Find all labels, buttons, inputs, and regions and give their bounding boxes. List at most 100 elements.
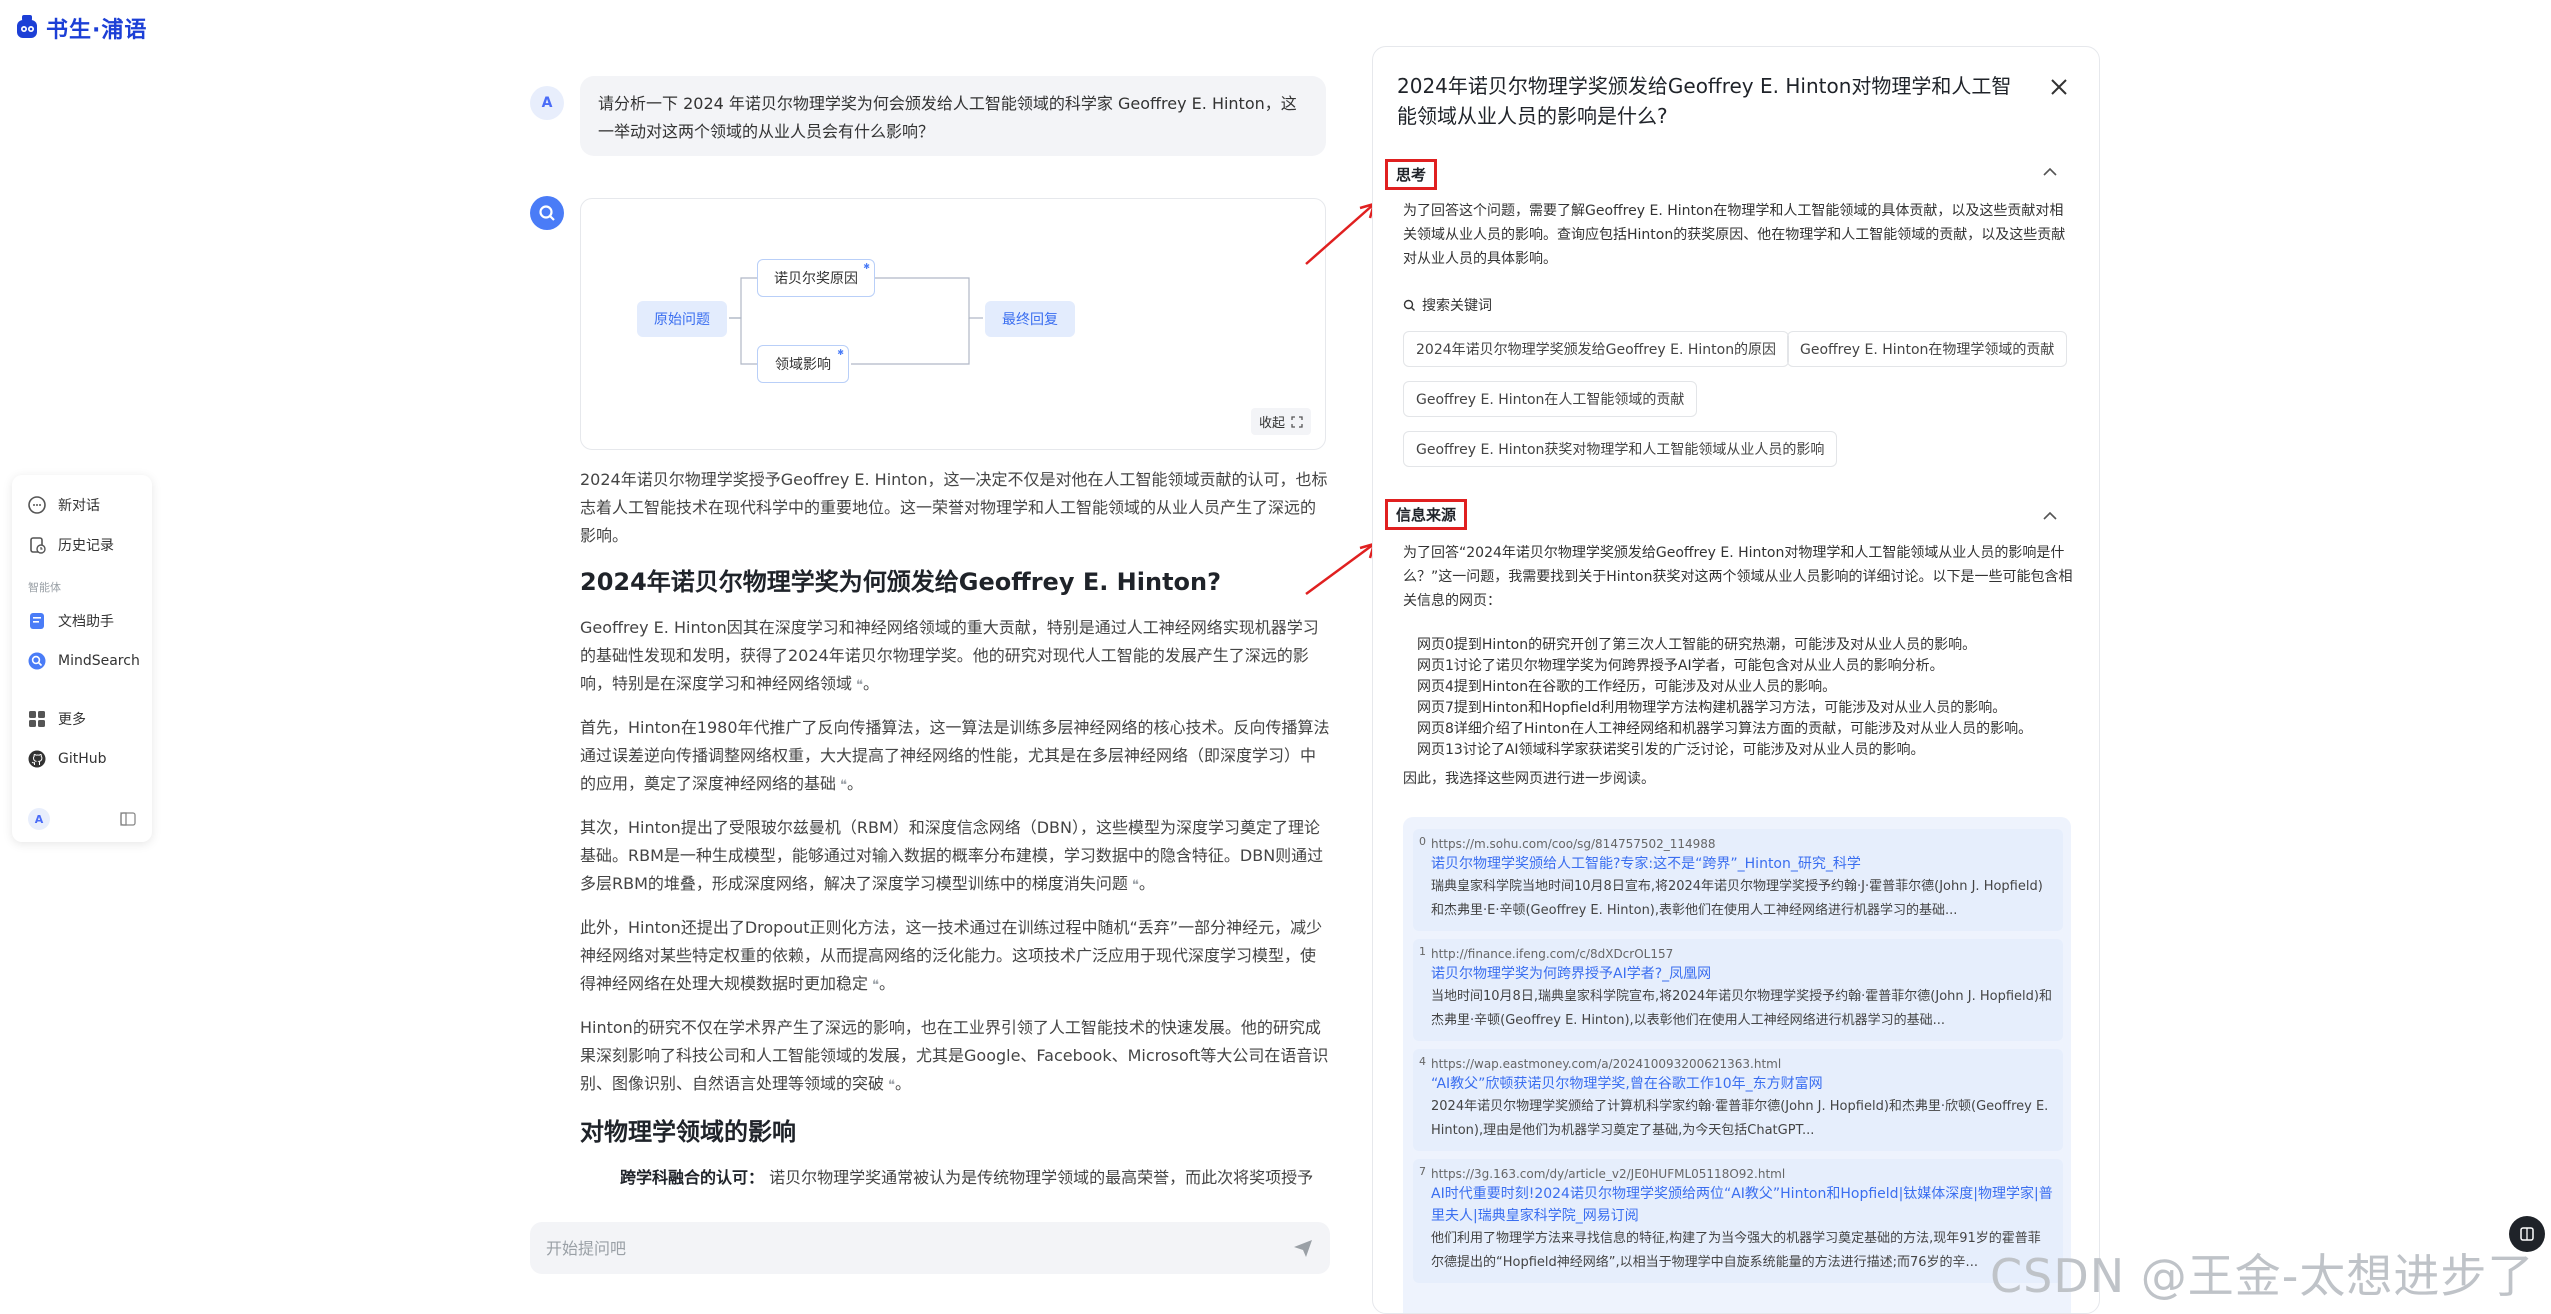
collapse-label: 收起 [1258,416,1285,431]
answer-bold-label: 跨学科融合的认可： [620,1168,765,1187]
watermark-text: CSDN @王金-太想进步了 [1990,1249,2535,1303]
sources-intro: 为了回答“2024年诺贝尔物理学奖颁发给Geoffrey E. Hinton对物… [1403,545,2073,609]
answer-text: 诺贝尔物理学奖通常被认为是传统物理学领域的最高荣誉，而此次将奖项授予 [769,1168,1314,1187]
result-title-link[interactable]: AI时代重要时刻!2024诺贝尔物理学奖颁给两位“AI教父”Hinton和Hop… [1431,1183,2053,1227]
citation-icon[interactable]: ❝ [856,678,863,693]
answer-heading: 2024年诺贝尔物理学奖为何颁发给Geoffrey E. Hinton? [580,568,1222,596]
sidebar-item-label: GitHub [58,751,107,767]
answer-paragraph: 首先，Hinton在1980年代推广了反向传播算法，这一算法是训练多层神经网络的… [580,718,1330,793]
sidebar-item-history[interactable]: 历史记录 [12,525,152,565]
keyword-chip[interactable]: Geoffrey E. Hinton在人工智能领域的贡献 [1403,381,1698,417]
result-title-link[interactable]: “AI教父”欣顿获诺贝尔物理学奖,曾在谷歌工作10年_东方财富网 [1431,1073,2053,1095]
result-title-link[interactable]: 诺贝尔物理学奖颁给人工智能?专家:这不是“跨界”_Hinton_研究_科学 [1431,853,2053,875]
sidebar-item-label: 历史记录 [58,538,114,554]
left-sidebar: 新对话 历史记录 智能体 文档助手 MindSearch 更多 GitHub A [12,475,152,842]
chevron-up-icon[interactable] [2041,507,2059,525]
search-flow-graph: 原始问题 诺贝尔奖原因 ✱ 领域影响 ✱ 最终回复 收起 [580,198,1326,450]
github-icon [28,750,46,768]
app-logo[interactable]: 书生·浦语 [14,12,147,44]
mindsearch-logo-icon [539,205,555,221]
answer-text: Hinton的研究不仅在学术界产生了深远的影响，也在工业界引领了人工智能技术的快… [580,1018,1329,1093]
sources-list: 网页0提到Hinton的研究开创了第三次人工智能的研究热潮，可能涉及对从业人员的… [1417,635,2032,761]
result-snippet: 2024年诺贝尔物理学奖颁给了计算机科学家约翰·霍普菲尔德(John J. Ho… [1431,1099,2049,1138]
answer-text: 首先，Hinton在1980年代推广了反向传播算法，这一算法是训练多层神经网络的… [580,718,1330,793]
result-url: https://wap.eastmoney.com/a/202410093200… [1431,1057,1782,1071]
think-text: 为了回答这个问题，需要了解Geoffrey E. Hinton在物理学和人工智能… [1403,203,2066,267]
result-index: 7 [1419,1165,1426,1178]
keyword-chip[interactable]: Geoffrey E. Hinton在物理学领域的贡献 [1787,331,2068,367]
sources-conclusion: 因此，我选择这些网页进行进一步阅读。 [1403,771,1655,787]
result-title-link[interactable]: 诺贝尔物理学奖为何跨界授予AI学者?_凤凰网 [1431,963,2053,985]
history-icon [30,537,46,554]
result-url: https://m.sohu.com/coo/sg/814757502_1149… [1431,837,1716,851]
send-icon[interactable] [1292,1237,1314,1259]
sparkle-icon: ✱ [863,262,870,271]
search-label-text: 搜索关键词 [1422,298,1492,314]
sources-section-label: 信息来源 [1385,499,1468,530]
result-url: https://3g.163.com/dy/article_v2/JE0HUFM… [1431,1167,1786,1181]
list-item: 网页0提到Hinton的研究开创了第三次人工智能的研究热潮，可能涉及对从业人员的… [1417,637,1977,653]
result-snippet: 瑞典皇家科学院当地时间10月8日宣布,将2024年诺贝尔物理学奖授予约翰·J·霍… [1431,879,2043,918]
result-snippet: 当地时间10月8日,瑞典皇家科学院宣布,将2024年诺贝尔物理学奖授予约翰·霍普… [1431,989,2052,1028]
sidebar-item-label: MindSearch [58,653,140,669]
search-result-card[interactable]: 4 https://wap.eastmoney.com/a/2024100932… [1413,1049,2063,1151]
keyword-chip[interactable]: 2024年诺贝尔物理学奖颁发给Geoffrey E. Hinton的原因 [1403,331,1790,367]
flow-node-start[interactable]: 原始问题 [637,301,727,337]
answer-paragraph: Hinton的研究不仅在学术界产生了深远的影响，也在工业界引领了人工智能技术的快… [580,1018,1329,1093]
logo-mascot-icon [17,15,37,38]
sidebar-section-agents: 智能体 [28,581,61,594]
sidebar-item-more[interactable]: 更多 [12,699,152,739]
assistant-answer: 2024年诺贝尔物理学奖授予Geoffrey E. Hinton，这一决定不仅是… [580,466,1330,1206]
flow-node-end[interactable]: 最终回复 [985,301,1075,337]
answer-paragraph: 跨学科融合的认可： 诺贝尔物理学奖通常被认为是传统物理学领域的最高荣誉，而此次将… [580,1164,1330,1192]
search-result-card[interactable]: 0 https://m.sohu.com/coo/sg/814757502_11… [1413,829,2063,931]
search-keywords-label: 搜索关键词 [1403,295,1492,315]
chat-input-bar [530,1222,1330,1274]
search-results: 0 https://m.sohu.com/coo/sg/814757502_11… [1403,817,2071,1313]
citation-icon[interactable]: ❝ [840,778,847,793]
floating-help-button[interactable] [2509,1216,2545,1252]
user-message: 请分析一下 2024 年诺贝尔物理学奖为何会颁发给人工智能领域的科学家 Geof… [580,76,1326,156]
flow-node-label: 领域影响 [775,357,831,373]
chevron-up-icon[interactable] [2041,163,2059,181]
answer-text: 此外，Hinton还提出了Dropout正则化方法，这一技术通过在训练过程中随机… [580,918,1323,993]
list-item: 网页7提到Hinton和Hopfield利用物理学方法构建机器学习方法，可能涉及… [1417,700,2007,716]
chat-area: A 请分析一下 2024 年诺贝尔物理学奖为何会颁发给人工智能领域的科学家 Ge… [530,0,1330,1314]
citation-icon[interactable]: ❝ [872,978,879,993]
grid-icon [29,711,45,727]
collapse-sidebar-icon[interactable] [120,811,136,827]
chat-input[interactable] [546,1238,1292,1258]
sidebar-item-label: 新对话 [58,498,100,514]
answer-text: Geoffrey E. Hinton因其在深度学习和神经网络领域的重大贡献，特别… [580,618,1319,693]
list-item: 网页8详细介绍了Hinton在人工神经网络和机器学习算法方面的贡献，可能涉及对从… [1417,721,2033,737]
result-index: 1 [1419,945,1426,958]
citation-icon[interactable]: ❝ [888,1078,895,1093]
answer-text: 其次，Hinton提出了受限玻尔兹曼机（RBM）和深度信念网络（DBN），这些模… [580,818,1324,893]
close-icon[interactable] [2047,75,2071,99]
keyword-chip[interactable]: Geoffrey E. Hinton获奖对物理学和人工智能领域从业人员的影响 [1403,431,1838,467]
search-icon [1403,299,1415,311]
sparkle-icon: ✱ [837,348,844,357]
list-item: 网页4提到Hinton在谷歌的工作经历，可能涉及对从业人员的影响。 [1417,679,1837,695]
search-result-card[interactable]: 7 https://3g.163.com/dy/article_v2/JE0HU… [1413,1159,2063,1283]
result-index: 0 [1419,835,1426,848]
chat-bubble-icon [28,496,46,514]
sidebar-item-mindsearch[interactable]: MindSearch [12,641,152,681]
flow-node-nobel-reason[interactable]: 诺贝尔奖原因 ✱ [757,259,875,297]
sidebar-item-doc-assistant[interactable]: 文档助手 [12,601,152,641]
search-detail-panel: 2024年诺贝尔物理学奖颁发给Geoffrey E. Hinton对物理学和人工… [1372,46,2100,1314]
list-item: 网页1讨论了诺贝尔物理学奖为何跨界授予AI学者，可能包含对从业人员的影响分析。 [1417,658,1944,674]
book-icon [2520,1227,2534,1241]
search-result-card[interactable]: 1 http://finance.ifeng.com/c/8dXDcrOL157… [1413,939,2063,1041]
answer-heading: 对物理学领域的影响 [580,1118,796,1146]
sidebar-item-label: 更多 [58,712,86,728]
user-message-avatar: A [530,86,564,120]
sidebar-item-github[interactable]: GitHub [12,739,152,779]
sidebar-item-new-chat[interactable]: 新对话 [12,485,152,525]
document-assistant-icon [30,613,44,629]
citation-icon[interactable]: ❝ [1132,878,1139,893]
user-avatar[interactable]: A [28,808,50,830]
result-index: 4 [1419,1055,1426,1068]
flow-node-field-impact[interactable]: 领域影响 ✱ [757,345,849,383]
mindsearch-icon [28,652,46,670]
